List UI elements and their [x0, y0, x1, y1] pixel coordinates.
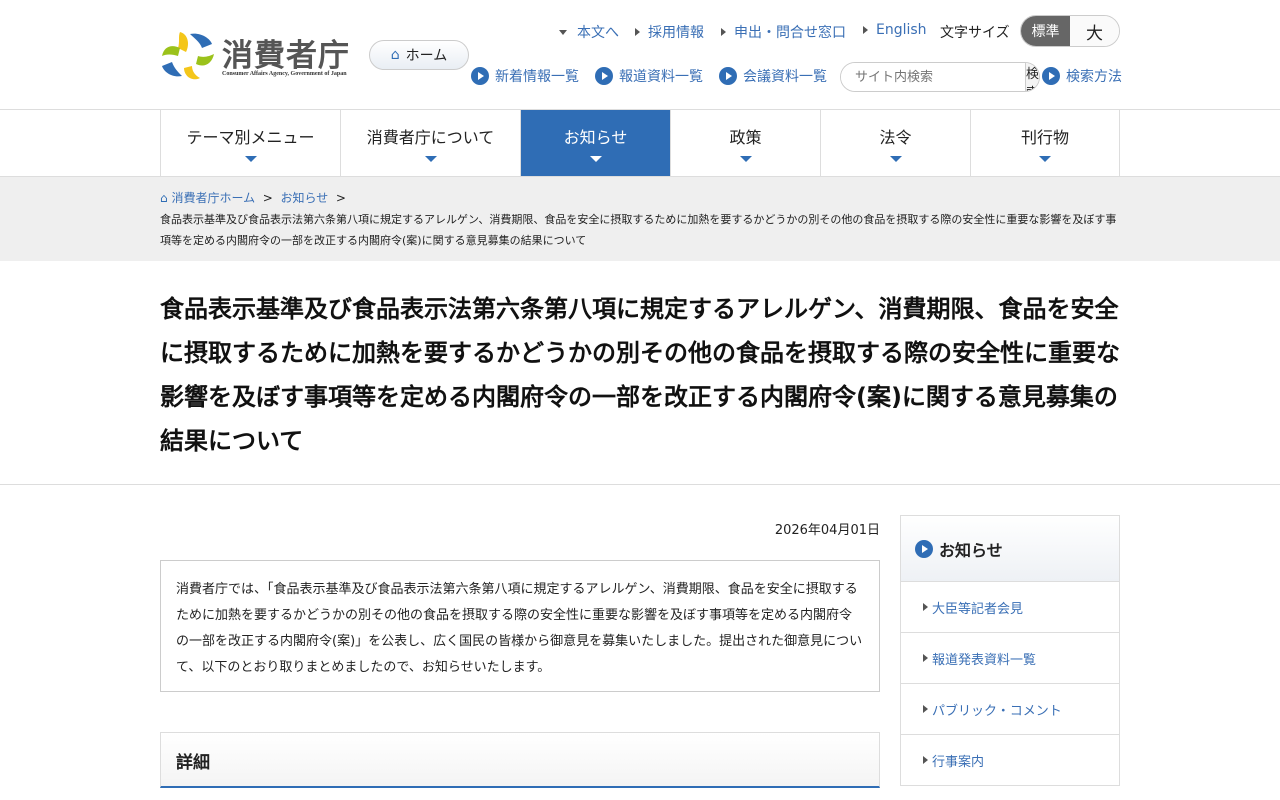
breadcrumb-news[interactable]: お知らせ [280, 191, 328, 205]
divider [0, 484, 1280, 485]
nav-theme-menu[interactable]: テーマ別メニュー [161, 110, 341, 176]
caret-right-icon [923, 705, 928, 713]
breadcrumb-current: 食品表示基準及び食品表示法第六条第八項に規定するアレルゲン、消費期限、食品を安全… [160, 213, 1117, 247]
press-list-link[interactable]: 報道資料一覧 [595, 66, 703, 86]
search-input[interactable] [841, 63, 1025, 91]
site-logo[interactable]: 消費者庁 Consumer Affairs Agency, Government… [160, 30, 350, 82]
page-title: 食品表示基準及び食品表示法第六条第八項に規定するアレルゲン、消費期限、食品を安全… [160, 295, 1120, 455]
font-size-toggle: 標準 大 [1020, 15, 1120, 47]
breadcrumb: ⌂ 消費者庁ホーム > お知らせ > 食品表示基準及び食品表示法第六条第八項に規… [0, 176, 1280, 261]
recruit-link[interactable]: 採用情報 [635, 22, 704, 42]
home-icon: ⌂ [390, 47, 400, 63]
font-size-large-button[interactable]: 大 [1070, 16, 1119, 46]
sidebar-item-press-conference[interactable]: 大臣等記者会見 [901, 582, 1119, 633]
nav-law[interactable]: 法令 [821, 110, 971, 176]
font-size-standard-button[interactable]: 標準 [1021, 16, 1070, 46]
play-circle-icon [471, 67, 489, 85]
chevron-down-icon [1039, 156, 1051, 162]
caret-right-icon [635, 28, 640, 36]
caret-right-icon [863, 26, 868, 34]
caret-right-icon [721, 28, 726, 36]
play-circle-icon [1042, 67, 1060, 85]
nav-about[interactable]: 消費者庁について [341, 110, 521, 176]
logo-mark-icon [162, 32, 214, 80]
sidebar-item-press-releases[interactable]: 報道発表資料一覧 [901, 633, 1119, 684]
breadcrumb-separator: > [258, 191, 277, 205]
chevron-down-icon [739, 156, 752, 162]
meeting-list-link[interactable]: 会議資料一覧 [719, 66, 827, 86]
caret-down-icon [559, 29, 567, 35]
play-circle-icon [719, 67, 737, 85]
chevron-down-icon [244, 156, 257, 162]
home-button[interactable]: ⌂ ホーム [369, 40, 469, 70]
search-button[interactable]: 検索 [1025, 63, 1039, 91]
home-icon: ⌂ [160, 191, 168, 205]
nav-publications[interactable]: 刊行物 [971, 110, 1120, 176]
sidebar: お知らせ 大臣等記者会見 報道発表資料一覧 パブリック・コメント 行事案内 [900, 515, 1120, 786]
nav-news[interactable]: お知らせ [521, 110, 671, 176]
chevron-down-icon [889, 156, 902, 162]
sidebar-item-public-comment[interactable]: パブリック・コメント [901, 684, 1119, 735]
site-search: 検索 [840, 62, 1040, 92]
publish-date: 2026年04月01日 [774, 523, 880, 538]
detail-heading: 詳細 [160, 732, 880, 788]
skip-to-content-link[interactable]: 本文へ [559, 22, 619, 42]
breadcrumb-home[interactable]: 消費者庁ホーム [171, 191, 255, 205]
caret-right-icon [923, 756, 928, 764]
chevron-down-icon [589, 156, 602, 162]
search-help-link[interactable]: 検索方法 [1042, 66, 1122, 86]
sidebar-item-events[interactable]: 行事案内 [901, 735, 1119, 786]
sidebar-heading: お知らせ [901, 516, 1119, 582]
nav-policy[interactable]: 政策 [671, 110, 821, 176]
breadcrumb-separator: > [332, 191, 346, 205]
english-link[interactable]: English [863, 22, 927, 38]
play-circle-icon [915, 539, 933, 558]
news-list-link[interactable]: 新着情報一覧 [471, 66, 579, 86]
caret-right-icon [923, 654, 928, 662]
global-nav: テーマ別メニュー 消費者庁について お知らせ 政策 法令 刊行物 [160, 110, 1120, 176]
font-size-label: 文字サイズ [940, 25, 1010, 41]
inquiry-link[interactable]: 申出・問合せ窓口 [721, 22, 846, 42]
chevron-down-icon [424, 156, 437, 162]
caret-right-icon [923, 603, 928, 611]
site-header: 消費者庁 Consumer Affairs Agency, Government… [0, 0, 1280, 110]
lead-text: 消費者庁では、「食品表示基準及び食品表示法第六条第八項に規定するアレルゲン、消費… [160, 560, 880, 692]
play-circle-icon [595, 67, 613, 85]
